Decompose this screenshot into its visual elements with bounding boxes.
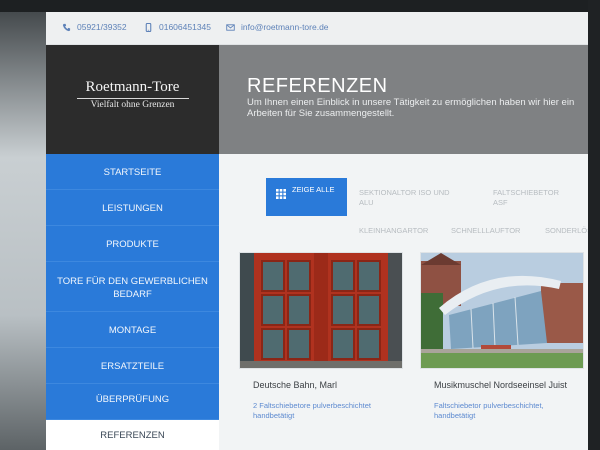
sidebar-item-tore-gewerblich[interactable]: TORE FÜR DEN GEWERBLICHEN BEDARF bbox=[46, 262, 219, 312]
page-subtitle: Um Ihnen einen Einblick in unsere Tätigk… bbox=[247, 97, 575, 119]
mobile-icon bbox=[145, 22, 152, 32]
sidebar-item-label: REFERENZEN bbox=[100, 430, 165, 441]
sidebar-item-leistungen[interactable]: LEISTUNGEN bbox=[46, 190, 219, 226]
reference-photo-red-gate[interactable] bbox=[239, 252, 403, 369]
musikmuschel-image bbox=[421, 253, 583, 368]
sidebar-item-label: ÜBERPRÜFUNG bbox=[95, 394, 170, 405]
sidebar-item-ueberpruefung[interactable]: ÜBERPRÜFUNG bbox=[46, 384, 219, 420]
email-address: info@roetmann-tore.de bbox=[241, 22, 329, 32]
sidebar-item-produkte[interactable]: PRODUKTE bbox=[46, 226, 219, 262]
mobile-contact[interactable]: 01606451345 bbox=[144, 22, 211, 32]
filter-kleinhangartor[interactable]: KLEINHANGARTOR bbox=[359, 226, 428, 236]
sidebar-item-montage[interactable]: MONTAGE bbox=[46, 312, 219, 348]
filter-faltschiebetor[interactable]: FALTSCHIEBETOR ASF bbox=[493, 188, 565, 208]
sidebar-item-label: ERSATZTEILE bbox=[100, 361, 165, 372]
phone-contact[interactable]: 05921/39352 bbox=[62, 22, 127, 32]
sidebar-item-ersatzteile[interactable]: ERSATZTEILE bbox=[46, 348, 219, 384]
reference-card[interactable]: Deutsche Bahn, Marl 2 Faltschiebetore pu… bbox=[239, 252, 403, 450]
mobile-number: 01606451345 bbox=[159, 22, 212, 32]
sidebar-item-referenzen[interactable]: REFERENZEN bbox=[46, 420, 219, 450]
red-gate-image bbox=[240, 253, 402, 368]
logo-tagline: Vielfalt ohne Grenzen bbox=[90, 100, 175, 110]
room-background-left bbox=[0, 0, 46, 450]
reference-title: Musikmuschel Nordseeinsel Juist bbox=[434, 380, 568, 390]
sidebar-item-label: STARTSEITE bbox=[103, 167, 162, 178]
logo-underline bbox=[77, 98, 189, 99]
reference-description: Faltschiebetor pulverbeschichtet, handbe… bbox=[434, 401, 544, 420]
page-header: REFERENZEN Um Ihnen einen Einblick in un… bbox=[219, 45, 588, 154]
email-contact[interactable]: info@roetmann-tore.de bbox=[226, 22, 329, 32]
filter-schnelllauftor[interactable]: SCHNELLLAUFTOR bbox=[451, 226, 520, 236]
reference-filters: ZEIGE ALLE SEKTIONALTOR ISO UND ALU FALT… bbox=[239, 162, 588, 242]
phone-icon bbox=[62, 23, 71, 31]
sidebar-nav: STARTSEITE LEISTUNGEN PRODUKTE TORE FÜR … bbox=[46, 154, 219, 450]
sidebar-item-label: MONTAGE bbox=[108, 325, 157, 336]
filter-sektionaltor[interactable]: SEKTIONALTOR ISO UND ALU bbox=[359, 188, 451, 208]
reference-card[interactable]: Musikmuschel Nordseeinsel Juist Faltschi… bbox=[420, 252, 584, 450]
reference-photo-musikmuschel[interactable] bbox=[420, 252, 584, 369]
sidebar-item-startseite[interactable]: STARTSEITE bbox=[46, 154, 219, 190]
sidebar-item-label: TORE FÜR DEN GEWERBLICHEN BEDARF bbox=[57, 276, 208, 300]
grid-icon bbox=[276, 189, 286, 199]
site-logo[interactable]: Roetmann-Tore Vielfalt ohne Grenzen bbox=[46, 45, 219, 154]
filter-show-all-button[interactable]: ZEIGE ALLE bbox=[266, 178, 347, 216]
filter-sonderloesungen[interactable]: SONDERLÖSUNGEN bbox=[545, 226, 588, 236]
filter-show-all-label: ZEIGE ALLE bbox=[292, 185, 335, 194]
room-background-top bbox=[0, 0, 600, 12]
contact-bar: 05921/39352 01606451345 info@roetmann-to… bbox=[46, 12, 588, 45]
room-background-right bbox=[588, 0, 600, 450]
sidebar-item-label: LEISTUNGEN bbox=[102, 203, 163, 214]
reference-description: 2 Faltschiebetore pulverbeschichtet hand… bbox=[253, 401, 371, 420]
website-page: 05921/39352 01606451345 info@roetmann-to… bbox=[46, 12, 588, 450]
reference-title: Deutsche Bahn, Marl bbox=[253, 380, 338, 390]
sidebar-item-label: PRODUKTE bbox=[106, 239, 159, 250]
page-title: REFERENZEN bbox=[247, 75, 388, 97]
logo-name: Roetmann-Tore bbox=[85, 79, 180, 95]
envelope-icon bbox=[226, 23, 235, 31]
phone-number: 05921/39352 bbox=[77, 22, 127, 32]
